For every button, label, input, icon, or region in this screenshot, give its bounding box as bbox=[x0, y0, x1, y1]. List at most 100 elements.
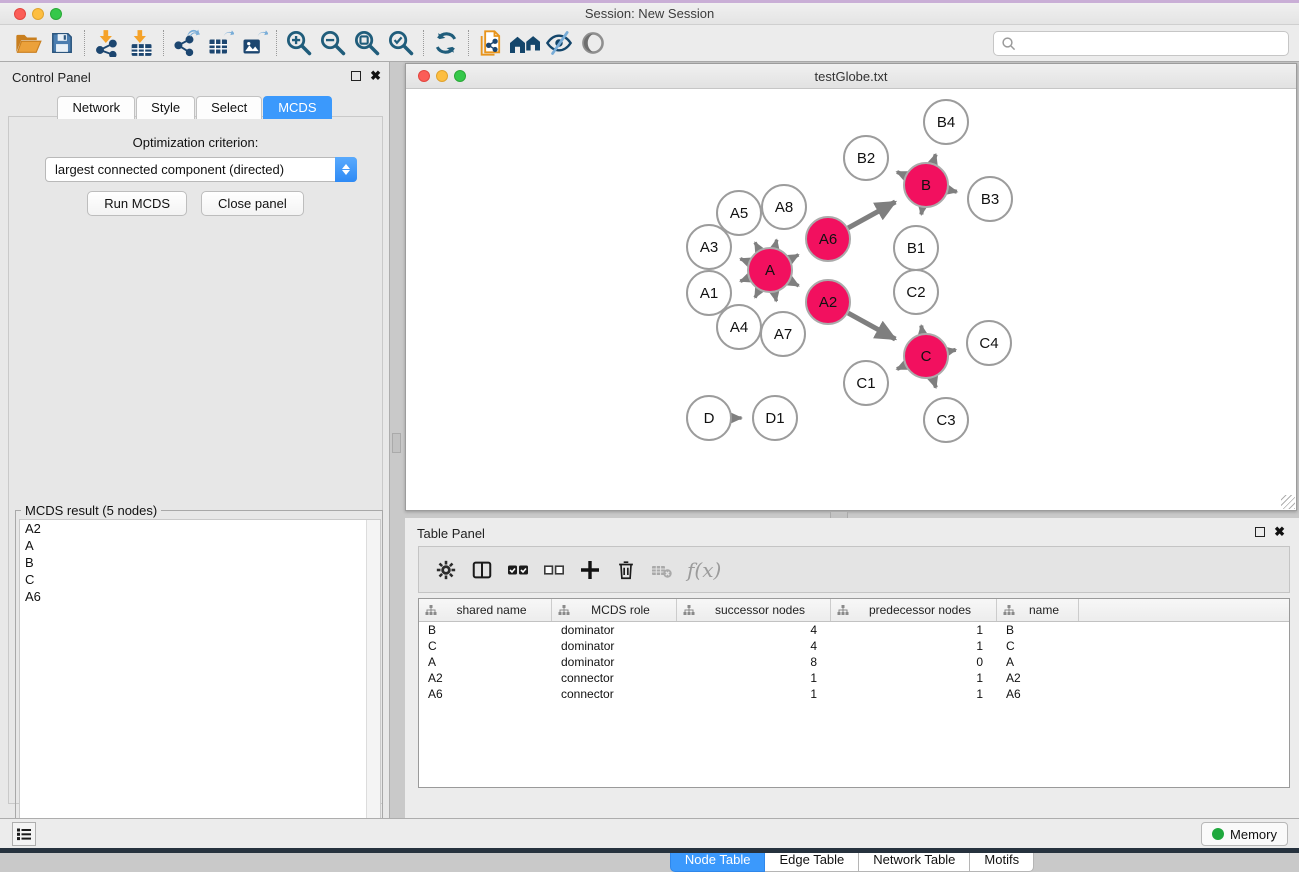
save-session-icon[interactable] bbox=[45, 26, 79, 60]
graph-edge-B-B4[interactable] bbox=[933, 154, 936, 163]
column-header-shared-name[interactable]: shared name bbox=[419, 599, 552, 621]
mcds-result-item[interactable]: A6 bbox=[20, 588, 380, 605]
table-cell[interactable]: A6 bbox=[419, 686, 552, 702]
delete-column-trash-icon[interactable] bbox=[611, 555, 641, 585]
table-cell[interactable]: connector bbox=[552, 670, 677, 686]
optimization-criterion-dropdown[interactable]: largest connected component (directed) bbox=[45, 157, 357, 182]
tab-mcds[interactable]: MCDS bbox=[263, 96, 331, 119]
table-cell[interactable]: dominator bbox=[552, 622, 677, 638]
graph-node-A6[interactable]: A6 bbox=[806, 217, 850, 261]
close-table-panel-icon[interactable]: ✖ bbox=[1274, 526, 1285, 538]
graph-edge-A-A1[interactable] bbox=[740, 278, 748, 281]
column-header-successor-nodes[interactable]: successor nodes bbox=[677, 599, 831, 621]
table-cell[interactable]: dominator bbox=[552, 638, 677, 654]
table-row[interactable]: A2connector11A2 bbox=[419, 670, 1289, 686]
column-header-MCDS-role[interactable]: MCDS role bbox=[552, 599, 677, 621]
close-panel-icon[interactable]: ✖ bbox=[370, 70, 381, 82]
graph-node-A4[interactable]: A4 bbox=[717, 305, 761, 349]
import-network-icon[interactable] bbox=[90, 26, 124, 60]
graph-edge-A-A7[interactable] bbox=[775, 293, 777, 302]
close-panel-button[interactable]: Close panel bbox=[201, 191, 304, 216]
graph-edge-C-C1[interactable] bbox=[897, 365, 905, 369]
graph-node-B[interactable]: B bbox=[904, 163, 948, 207]
table-settings-gear-icon[interactable] bbox=[431, 555, 461, 585]
graph-edge-C-C2[interactable] bbox=[921, 326, 922, 334]
graph-node-A2[interactable]: A2 bbox=[806, 280, 850, 324]
search-box[interactable] bbox=[993, 31, 1289, 56]
mcds-result-list[interactable]: A2ABCA6 bbox=[19, 519, 381, 849]
table-cell[interactable]: dominator bbox=[552, 654, 677, 670]
import-table-icon[interactable] bbox=[124, 26, 158, 60]
graph-edge-A-A5[interactable] bbox=[755, 242, 759, 249]
function-builder-icon[interactable]: f(x) bbox=[687, 558, 721, 582]
mcds-result-item[interactable]: C bbox=[20, 571, 380, 588]
table-cell[interactable]: A bbox=[997, 654, 1079, 670]
graph-node-A5[interactable]: A5 bbox=[717, 191, 761, 235]
graph-node-B2[interactable]: B2 bbox=[844, 136, 888, 180]
deselect-all-columns-icon[interactable] bbox=[539, 555, 569, 585]
graph-node-B4[interactable]: B4 bbox=[924, 100, 968, 144]
graph-node-D1[interactable]: D1 bbox=[753, 396, 797, 440]
graph-node-B3[interactable]: B3 bbox=[968, 177, 1012, 221]
graph-edge-B-B1[interactable] bbox=[921, 208, 922, 215]
graph-edge-A-A3[interactable] bbox=[740, 259, 748, 262]
table-cell[interactable]: 1 bbox=[831, 622, 997, 638]
table-cell[interactable]: C bbox=[997, 638, 1079, 654]
graph-node-B1[interactable]: B1 bbox=[894, 226, 938, 270]
table-cell[interactable]: 1 bbox=[831, 638, 997, 654]
table-cell[interactable]: 8 bbox=[677, 654, 831, 670]
show-all-panels-icon[interactable] bbox=[508, 26, 542, 60]
dropdown-stepper-icon[interactable] bbox=[335, 157, 357, 182]
graph-edge-B-B3[interactable] bbox=[948, 190, 956, 192]
graph-edge-A-A6[interactable] bbox=[790, 255, 798, 259]
graph-edge-A-A2[interactable] bbox=[790, 281, 799, 286]
hide-panels-icon[interactable] bbox=[542, 26, 576, 60]
graph-node-C3[interactable]: C3 bbox=[924, 398, 968, 442]
graph-node-A1[interactable]: A1 bbox=[687, 271, 731, 315]
graph-edge-C-C3[interactable] bbox=[933, 378, 936, 388]
graph-node-D[interactable]: D bbox=[687, 396, 731, 440]
graph-edge-A2-C[interactable] bbox=[848, 313, 895, 339]
network-zoom-button[interactable] bbox=[454, 70, 466, 82]
search-input[interactable] bbox=[1017, 34, 1288, 54]
graph-node-C1[interactable]: C1 bbox=[844, 361, 888, 405]
export-network-icon[interactable] bbox=[169, 26, 203, 60]
select-all-columns-icon[interactable] bbox=[503, 555, 533, 585]
memory-button[interactable]: Memory bbox=[1201, 822, 1288, 846]
graph-edge-A-A4[interactable] bbox=[755, 290, 759, 297]
tab-network[interactable]: Network bbox=[57, 96, 135, 119]
network-graph[interactable]: B4B2BB3A5A8A6A3B1AA1C2A2A4A7C4CC1C3DD1 bbox=[406, 89, 1296, 510]
table-cell[interactable]: A2 bbox=[997, 670, 1079, 686]
float-panel-icon[interactable] bbox=[351, 71, 361, 81]
mcds-result-item[interactable]: A2 bbox=[20, 520, 380, 537]
create-column-plus-icon[interactable] bbox=[575, 555, 605, 585]
export-table-icon[interactable] bbox=[203, 26, 237, 60]
table-row[interactable]: Bdominator41B bbox=[419, 622, 1289, 638]
table-cell[interactable]: 4 bbox=[677, 622, 831, 638]
clone-network-icon[interactable] bbox=[474, 26, 508, 60]
delete-table-icon[interactable] bbox=[647, 555, 677, 585]
graph-node-A3[interactable]: A3 bbox=[687, 225, 731, 269]
graph-edge-A-A8[interactable] bbox=[775, 240, 777, 248]
table-row[interactable]: Adominator80A bbox=[419, 654, 1289, 670]
tab-style[interactable]: Style bbox=[136, 96, 195, 119]
table-cell[interactable]: 1 bbox=[677, 670, 831, 686]
column-header-name[interactable]: name bbox=[997, 599, 1079, 621]
column-header-predecessor-nodes[interactable]: predecessor nodes bbox=[831, 599, 997, 621]
table-cell[interactable]: B bbox=[419, 622, 552, 638]
network-close-button[interactable] bbox=[418, 70, 430, 82]
graph-node-A8[interactable]: A8 bbox=[762, 185, 806, 229]
network-minimize-button[interactable] bbox=[436, 70, 448, 82]
result-list-scrollbar[interactable] bbox=[366, 520, 380, 848]
export-image-icon[interactable] bbox=[237, 26, 271, 60]
graph-edge-C-C4[interactable] bbox=[949, 350, 956, 351]
window-resize-grip[interactable] bbox=[1281, 495, 1295, 509]
table-row[interactable]: A6connector11A6 bbox=[419, 686, 1289, 702]
table-cell[interactable]: A2 bbox=[419, 670, 552, 686]
table-cell[interactable]: 1 bbox=[831, 686, 997, 702]
graph-node-A[interactable]: A bbox=[748, 248, 792, 292]
zoom-window-button[interactable] bbox=[50, 8, 62, 20]
graph-node-C4[interactable]: C4 bbox=[967, 321, 1011, 365]
close-window-button[interactable] bbox=[14, 8, 26, 20]
refresh-view-icon[interactable] bbox=[429, 26, 463, 60]
